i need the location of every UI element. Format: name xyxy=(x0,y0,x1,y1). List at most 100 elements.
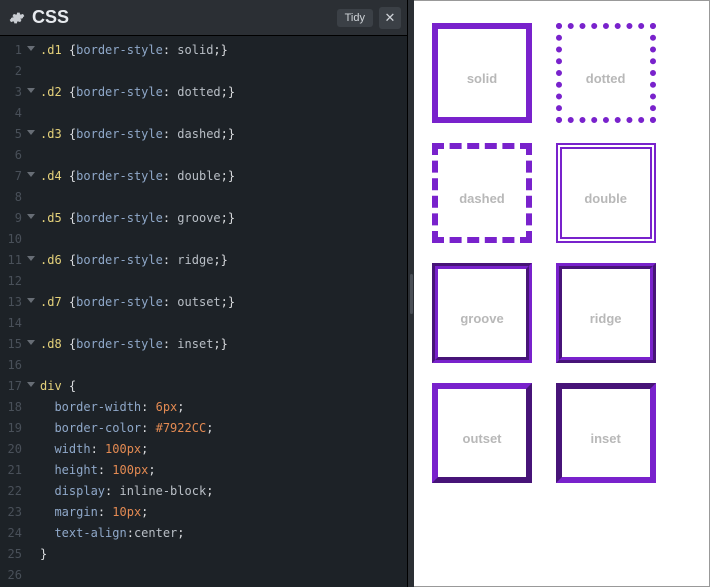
code-line[interactable]: 14 xyxy=(0,313,407,334)
demo-box-outset: outset xyxy=(432,383,532,483)
close-icon[interactable]: ✕ xyxy=(379,7,401,29)
code-line[interactable]: 17div { xyxy=(0,376,407,397)
code-line[interactable]: 1.d1 {border-style: solid;} xyxy=(0,40,407,61)
line-number: 4 xyxy=(0,103,28,124)
panel-header: CSS Tidy ✕ xyxy=(0,0,407,36)
code-content[interactable]: text-align:center; xyxy=(28,523,185,544)
fold-icon[interactable] xyxy=(27,214,35,219)
line-number: 6 xyxy=(0,145,28,166)
demo-box-dotted: dotted xyxy=(556,23,656,123)
line-number: 21 xyxy=(0,460,28,481)
editor-pane: CSS Tidy ✕ 1.d1 {border-style: solid;}23… xyxy=(0,0,408,587)
code-content[interactable] xyxy=(28,355,40,376)
panel-title: CSS xyxy=(32,7,337,28)
code-line[interactable]: 13.d7 {border-style: outset;} xyxy=(0,292,407,313)
code-line[interactable]: 3.d2 {border-style: dotted;} xyxy=(0,82,407,103)
line-number: 9 xyxy=(0,208,28,229)
code-content[interactable]: } xyxy=(28,544,47,565)
code-editor[interactable]: 1.d1 {border-style: solid;}23.d2 {border… xyxy=(0,36,407,587)
fold-icon[interactable] xyxy=(27,256,35,261)
code-content[interactable]: .d8 {border-style: inset;} xyxy=(28,334,228,355)
code-content[interactable]: margin: 10px; xyxy=(28,502,148,523)
line-number: 24 xyxy=(0,523,28,544)
code-content[interactable]: .d7 {border-style: outset;} xyxy=(28,292,235,313)
line-number: 19 xyxy=(0,418,28,439)
code-line[interactable]: 26 xyxy=(0,565,407,586)
code-line[interactable]: 2 xyxy=(0,61,407,82)
code-content[interactable] xyxy=(28,271,40,292)
demo-box-inset: inset xyxy=(556,383,656,483)
code-content[interactable]: display: inline-block; xyxy=(28,481,213,502)
code-line[interactable]: 4 xyxy=(0,103,407,124)
line-number: 16 xyxy=(0,355,28,376)
code-line[interactable]: 25} xyxy=(0,544,407,565)
fold-icon[interactable] xyxy=(27,88,35,93)
code-line[interactable]: 8 xyxy=(0,187,407,208)
code-content[interactable]: .d5 {border-style: groove;} xyxy=(28,208,235,229)
code-line[interactable]: 20 width: 100px; xyxy=(0,439,407,460)
code-line[interactable]: 7.d4 {border-style: double;} xyxy=(0,166,407,187)
line-number: 22 xyxy=(0,481,28,502)
code-content[interactable]: div { xyxy=(28,376,76,397)
code-line[interactable]: 16 xyxy=(0,355,407,376)
code-line[interactable]: 11.d6 {border-style: ridge;} xyxy=(0,250,407,271)
code-content[interactable] xyxy=(28,145,40,166)
gear-icon[interactable] xyxy=(8,9,26,27)
code-content[interactable]: height: 100px; xyxy=(28,460,156,481)
line-number: 18 xyxy=(0,397,28,418)
demo-box-dashed: dashed xyxy=(432,143,532,243)
code-content[interactable] xyxy=(28,313,40,334)
code-content[interactable]: width: 100px; xyxy=(28,439,148,460)
code-line[interactable]: 5.d3 {border-style: dashed;} xyxy=(0,124,407,145)
code-content[interactable]: border-width: 6px; xyxy=(28,397,185,418)
line-number: 3 xyxy=(0,82,28,103)
code-content[interactable]: .d4 {border-style: double;} xyxy=(28,166,235,187)
line-number: 7 xyxy=(0,166,28,187)
code-line[interactable]: 12 xyxy=(0,271,407,292)
code-content[interactable] xyxy=(28,103,40,124)
code-line[interactable]: 10 xyxy=(0,229,407,250)
line-number: 10 xyxy=(0,229,28,250)
tidy-button[interactable]: Tidy xyxy=(337,9,373,27)
code-content[interactable] xyxy=(28,61,40,82)
code-content[interactable] xyxy=(28,229,40,250)
preview-pane: solid dotted dashed double groove ridge … xyxy=(414,0,710,587)
code-content[interactable]: .d6 {border-style: ridge;} xyxy=(28,250,228,271)
line-number: 15 xyxy=(0,334,28,355)
fold-icon[interactable] xyxy=(27,382,35,387)
line-number: 11 xyxy=(0,250,28,271)
code-content[interactable] xyxy=(28,187,40,208)
demo-box-groove: groove xyxy=(432,263,532,363)
code-content[interactable]: .d3 {border-style: dashed;} xyxy=(28,124,235,145)
code-line[interactable]: 22 display: inline-block; xyxy=(0,481,407,502)
code-content[interactable] xyxy=(28,565,40,586)
code-content[interactable]: .d1 {border-style: solid;} xyxy=(28,40,228,61)
fold-icon[interactable] xyxy=(27,340,35,345)
code-line[interactable]: 9.d5 {border-style: groove;} xyxy=(0,208,407,229)
line-number: 14 xyxy=(0,313,28,334)
fold-icon[interactable] xyxy=(27,172,35,177)
line-number: 23 xyxy=(0,502,28,523)
fold-icon[interactable] xyxy=(27,46,35,51)
line-number: 25 xyxy=(0,544,28,565)
code-line[interactable]: 6 xyxy=(0,145,407,166)
code-content[interactable]: .d2 {border-style: dotted;} xyxy=(28,82,235,103)
code-line[interactable]: 15.d8 {border-style: inset;} xyxy=(0,334,407,355)
fold-icon[interactable] xyxy=(27,298,35,303)
code-line[interactable]: 23 margin: 10px; xyxy=(0,502,407,523)
code-line[interactable]: 19 border-color: #7922CC; xyxy=(0,418,407,439)
line-number: 2 xyxy=(0,61,28,82)
demo-box-ridge: ridge xyxy=(556,263,656,363)
demo-box-double: double xyxy=(556,143,656,243)
code-line[interactable]: 21 height: 100px; xyxy=(0,460,407,481)
code-line[interactable]: 18 border-width: 6px; xyxy=(0,397,407,418)
line-number: 13 xyxy=(0,292,28,313)
line-number: 17 xyxy=(0,376,28,397)
line-number: 5 xyxy=(0,124,28,145)
code-content[interactable]: border-color: #7922CC; xyxy=(28,418,213,439)
fold-icon[interactable] xyxy=(27,130,35,135)
code-line[interactable]: 24 text-align:center; xyxy=(0,523,407,544)
demo-box-solid: solid xyxy=(432,23,532,123)
line-number: 1 xyxy=(0,40,28,61)
line-number: 20 xyxy=(0,439,28,460)
